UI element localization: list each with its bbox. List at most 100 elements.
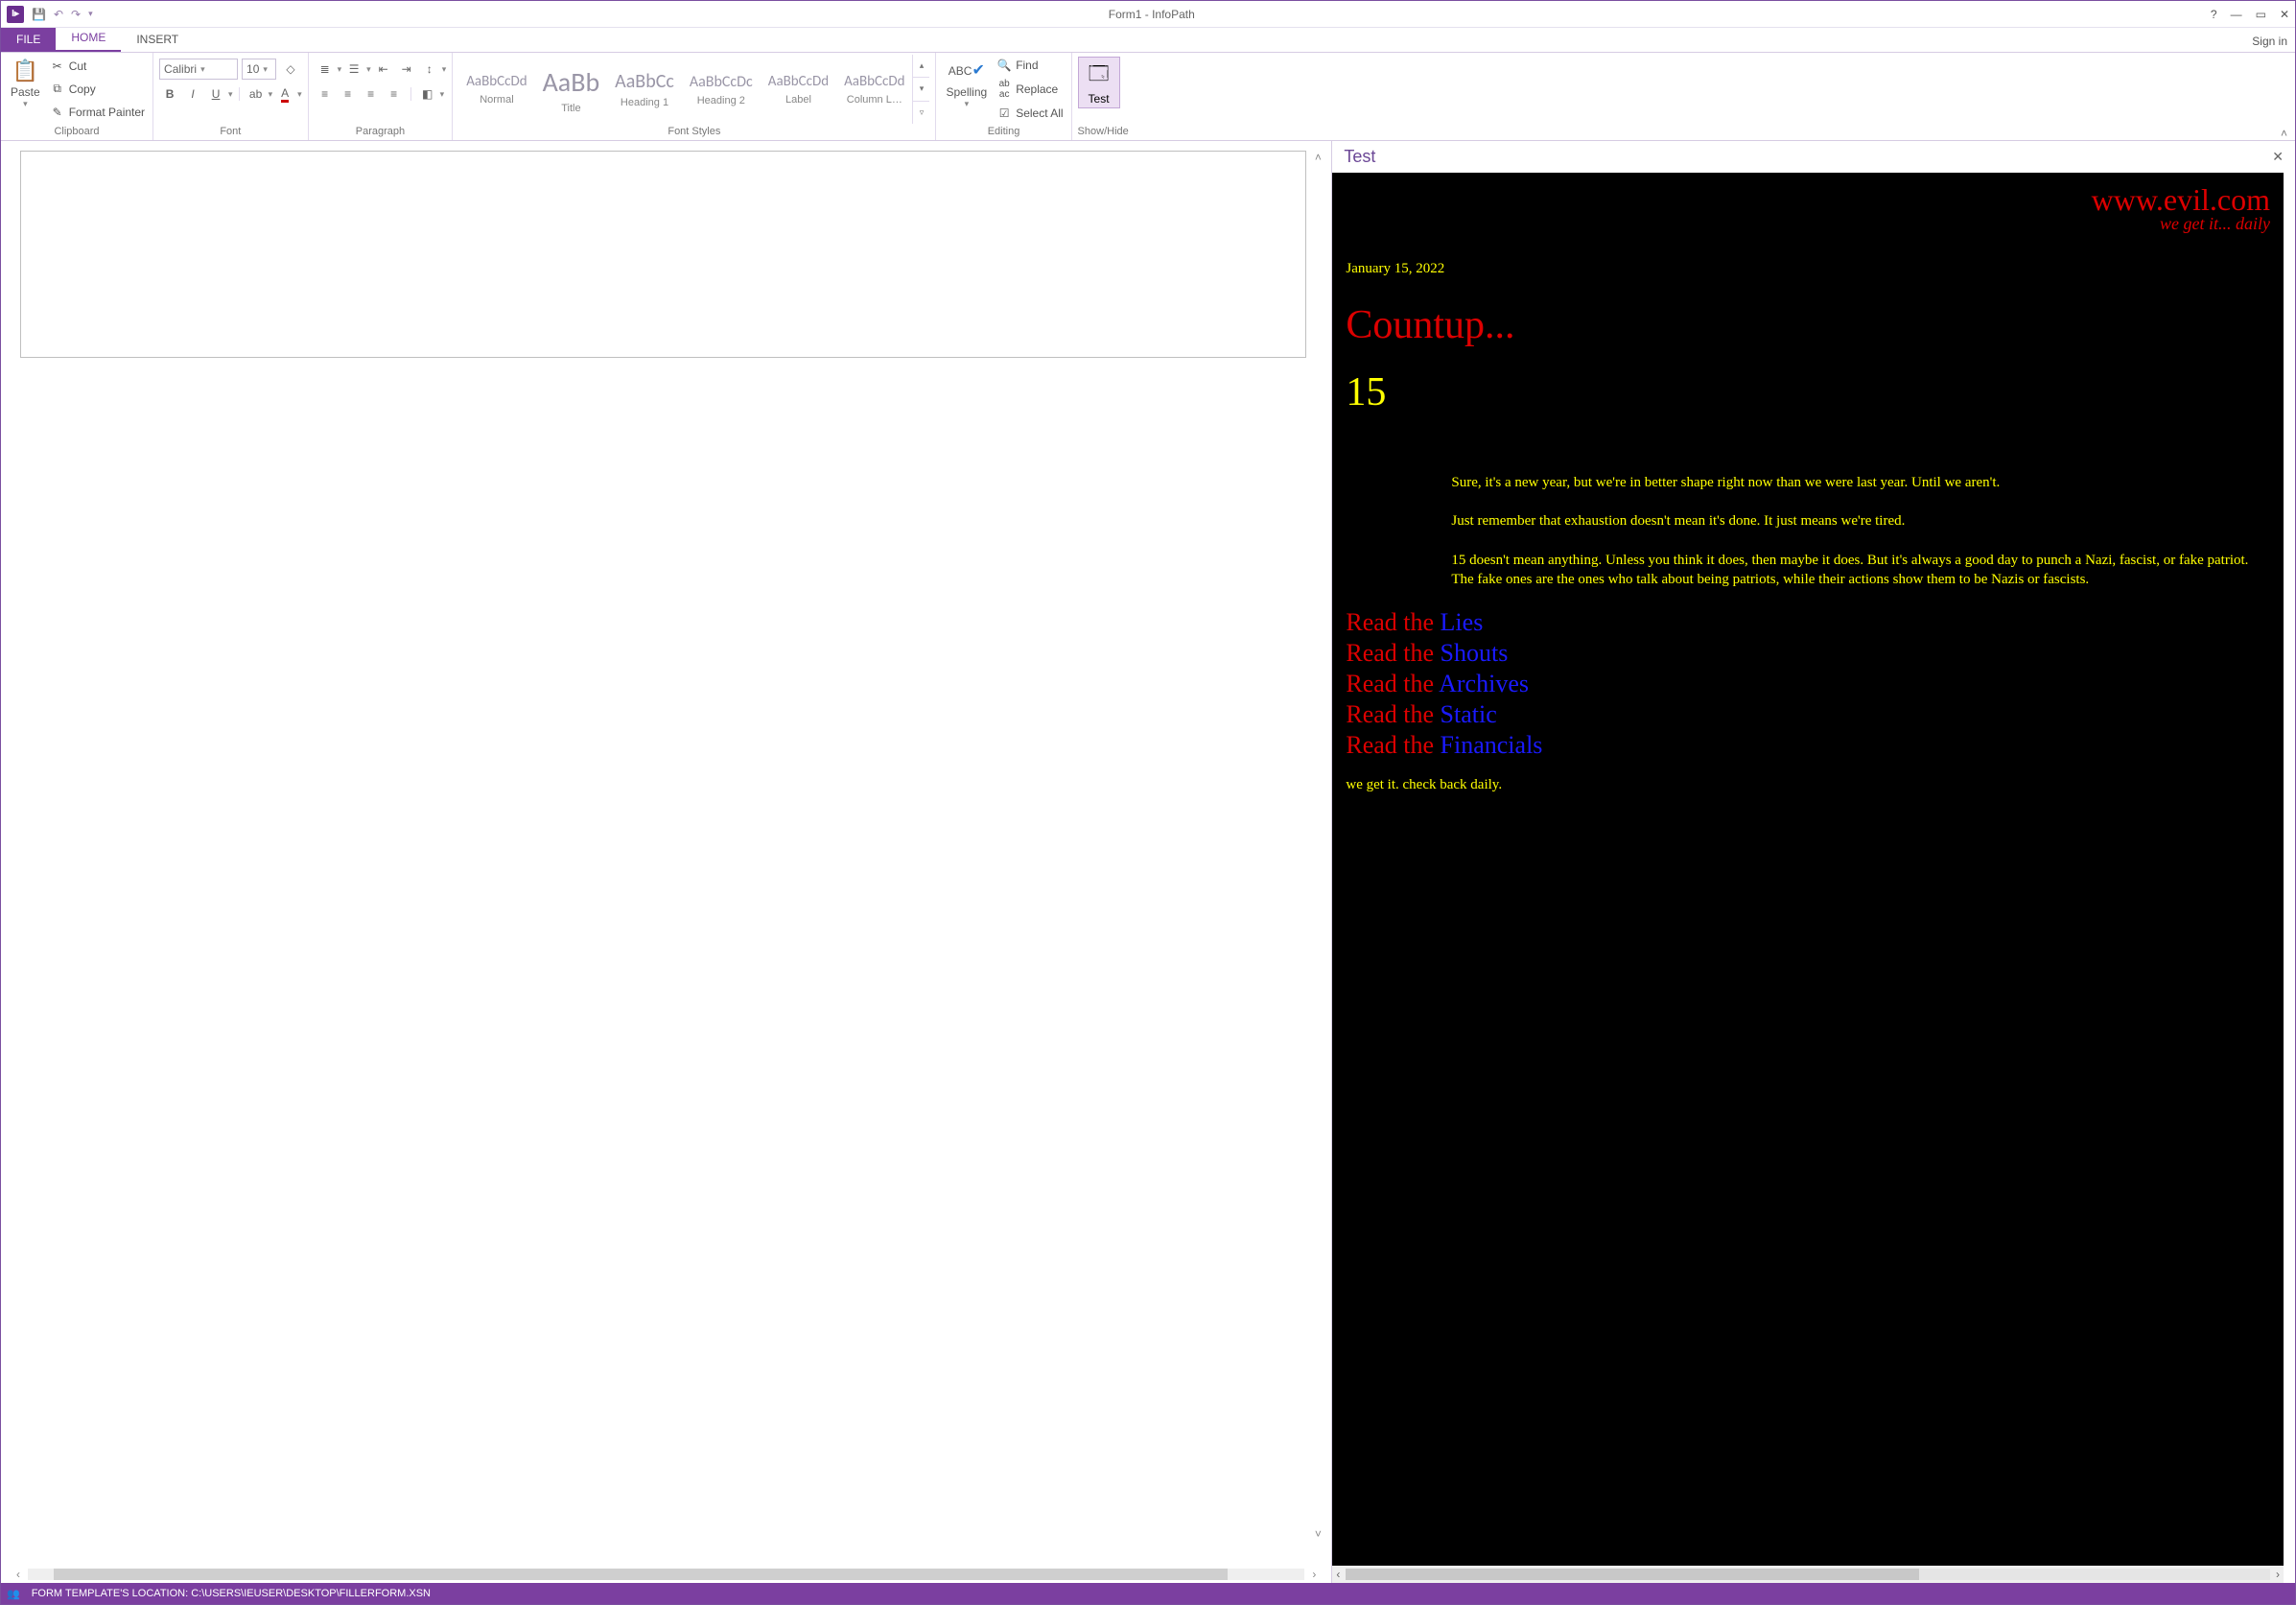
- style-title[interactable]: AaBbTitle: [535, 55, 608, 124]
- copy-icon: ⧉: [50, 82, 65, 96]
- help-icon[interactable]: ?: [2211, 8, 2217, 21]
- test-pane-toggle[interactable]: 🗔 Test: [1078, 57, 1120, 108]
- brush-icon: ✎: [50, 106, 65, 119]
- read-link-archives[interactable]: Read the Archives: [1346, 670, 2270, 698]
- font-name-combo[interactable]: Calibri▾: [159, 59, 238, 80]
- align-right-button[interactable]: ≡: [361, 83, 382, 105]
- shading-button[interactable]: ◧: [417, 83, 438, 105]
- qat-customize-icon[interactable]: ▾: [88, 9, 93, 19]
- redo-icon[interactable]: ↷: [71, 8, 81, 21]
- chevron-down-icon: ▾: [440, 89, 445, 100]
- bullets-icon: ≣: [320, 62, 330, 76]
- group-label: Editing: [942, 124, 1065, 140]
- spelling-button[interactable]: ABC✔ Spelling ▾: [942, 55, 991, 124]
- eraser-icon: ◇: [286, 62, 294, 76]
- find-button[interactable]: 🔍Find: [995, 58, 1065, 73]
- title-bar: I▸ 💾 ↶ ↷ ▾ Form1 - InfoPath ? — ▭ ✕: [1, 1, 2295, 28]
- bullets-button[interactable]: ≣: [315, 59, 336, 80]
- format-painter-button[interactable]: ✎Format Painter: [48, 105, 147, 120]
- preview-paragraph: Just remember that exhaustion doesn't me…: [1451, 511, 2270, 531]
- collapse-ribbon-button[interactable]: ˄: [2273, 127, 2295, 140]
- save-icon[interactable]: 💾: [32, 8, 46, 21]
- underline-button[interactable]: U: [205, 83, 226, 105]
- replace-button[interactable]: abacReplace: [995, 78, 1065, 101]
- justify-button[interactable]: ≡: [384, 83, 405, 105]
- clear-format-button[interactable]: ◇: [280, 59, 301, 80]
- read-link-financials[interactable]: Read the Financials: [1346, 731, 2270, 760]
- numbering-button[interactable]: ☰: [343, 59, 364, 80]
- pane-header: Test ✕: [1332, 141, 2295, 173]
- group-font-styles: AaBbCcDdNormal AaBbTitle AaBbCcHeading 1…: [453, 53, 936, 140]
- chevron-down-icon: ▾: [269, 89, 273, 100]
- paste-button[interactable]: 📋 Paste ▾: [7, 55, 44, 124]
- group-label: Show/Hide: [1078, 124, 1129, 140]
- chevron-down-icon: ▾: [228, 89, 233, 100]
- close-icon[interactable]: ✕: [2280, 8, 2289, 21]
- form-canvas[interactable]: [20, 151, 1306, 358]
- more-icon: ▿: [920, 107, 925, 118]
- preview-viewport: www.evil.com we get it... daily January …: [1332, 173, 2284, 1566]
- test-icon: 🗔: [1089, 59, 1110, 92]
- read-link-lies[interactable]: Read the Lies: [1346, 608, 2270, 637]
- font-color-button[interactable]: A: [274, 83, 295, 105]
- highlight-icon: ab: [249, 87, 262, 101]
- italic-button[interactable]: I: [182, 83, 203, 105]
- test-label: Test: [1089, 92, 1110, 106]
- copy-button[interactable]: ⧉Copy: [48, 81, 147, 97]
- decrease-indent-button[interactable]: ⇤: [373, 59, 394, 80]
- close-icon: ✕: [2272, 149, 2284, 164]
- align-center-button[interactable]: ≡: [338, 83, 359, 105]
- group-label: Font: [159, 124, 302, 140]
- preview-date: January 15, 2022: [1346, 261, 2270, 277]
- style-normal[interactable]: AaBbCcDdNormal: [458, 55, 534, 124]
- align-center-icon: ≡: [344, 87, 351, 101]
- spelling-label: Spelling: [946, 85, 987, 99]
- minimize-icon[interactable]: —: [2231, 8, 2242, 21]
- italic-icon: I: [191, 87, 194, 101]
- bold-button[interactable]: B: [159, 83, 180, 105]
- gallery-more-button[interactable]: ▿: [913, 102, 929, 124]
- group-label: Paragraph: [315, 124, 447, 140]
- ribbon-tabs: FILE HOME INSERT Sign in: [1, 28, 2295, 53]
- sign-in-link[interactable]: Sign in: [2244, 31, 2295, 52]
- canvas-vscrollbar[interactable]: ˄ ˅: [1310, 151, 1325, 1541]
- read-link-shouts[interactable]: Read the Shouts: [1346, 639, 2270, 668]
- style-heading-1[interactable]: AaBbCcHeading 1: [607, 55, 682, 124]
- scroll-up-icon: ˄: [1315, 151, 1322, 164]
- paste-icon: 📋: [12, 57, 38, 85]
- undo-icon[interactable]: ↶: [54, 8, 63, 21]
- window-controls: ? — ▭ ✕: [2211, 8, 2289, 21]
- find-label: Find: [1016, 59, 1038, 72]
- group-clipboard: 📋 Paste ▾ ✂Cut ⧉Copy ✎Format Painter Cli…: [1, 53, 153, 140]
- gallery-up-button[interactable]: ▴: [913, 55, 929, 78]
- window-title: Form1 - InfoPath: [93, 8, 2211, 21]
- increase-indent-button[interactable]: ⇥: [396, 59, 417, 80]
- scroll-right-icon: ›: [2276, 1568, 2280, 1581]
- scroll-left-icon: ‹: [16, 1568, 20, 1581]
- chevron-up-icon: ▴: [920, 60, 925, 71]
- preview-hscrollbar[interactable]: ‹ ›: [1332, 1566, 2284, 1583]
- canvas-hscrollbar[interactable]: ‹ ›: [1, 1566, 1331, 1583]
- cut-button[interactable]: ✂Cut: [48, 59, 147, 74]
- style-heading-2[interactable]: AaBbCcDcHeading 2: [682, 55, 761, 124]
- maximize-icon[interactable]: ▭: [2256, 8, 2266, 21]
- preview-content[interactable]: www.evil.com we get it... daily January …: [1332, 173, 2284, 1566]
- font-size-combo[interactable]: 10▾: [242, 59, 276, 80]
- gallery-down-button[interactable]: ▾: [913, 78, 929, 101]
- style-column-label[interactable]: AaBbCcDdColumn L…: [836, 55, 912, 124]
- select-all-button[interactable]: ☑Select All: [995, 106, 1065, 121]
- pane-close-button[interactable]: ✕: [2272, 149, 2284, 165]
- justify-icon: ≡: [390, 87, 397, 101]
- tab-home[interactable]: HOME: [56, 26, 121, 52]
- read-link-static[interactable]: Read the Static: [1346, 700, 2270, 729]
- highlight-button[interactable]: ab: [246, 83, 267, 105]
- replace-icon: abac: [996, 79, 1012, 100]
- ribbon: 📋 Paste ▾ ✂Cut ⧉Copy ✎Format Painter Cli…: [1, 53, 2295, 141]
- font-color-icon: A: [281, 86, 289, 103]
- align-left-button[interactable]: ≡: [315, 83, 336, 105]
- style-label[interactable]: AaBbCcDdLabel: [761, 55, 836, 124]
- line-spacing-button[interactable]: ↕: [419, 59, 440, 80]
- status-bar: 👥 FORM TEMPLATE'S LOCATION: C:\USERS\IEU…: [1, 1583, 2295, 1604]
- tab-file[interactable]: FILE: [1, 28, 56, 52]
- tab-insert[interactable]: INSERT: [121, 28, 194, 52]
